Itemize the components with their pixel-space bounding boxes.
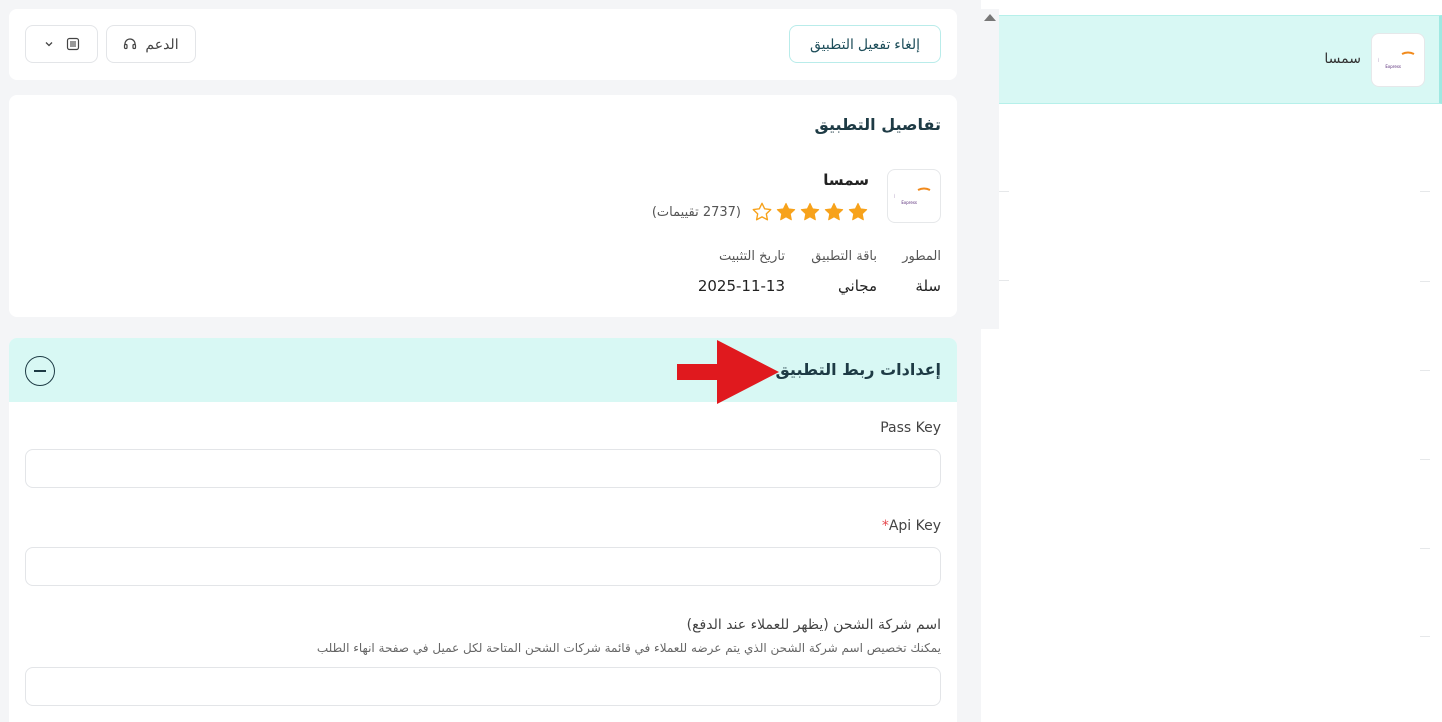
app-settings-panel: إعدادات ربط التطبيق Pass Key Api Key* اس… — [9, 338, 957, 722]
app-name: سمسا — [823, 171, 869, 189]
svg-text:smsa: smsa — [894, 188, 895, 201]
star-filled-icon — [800, 202, 820, 221]
svg-text:Express: Express — [1385, 64, 1401, 69]
svg-text:smsa: smsa — [1378, 52, 1379, 65]
sidebar-divider — [999, 280, 1009, 281]
developer-label: المطور — [902, 249, 941, 264]
shipping-company-name-input[interactable] — [25, 667, 941, 706]
support-label: الدعم — [145, 35, 179, 52]
shipping-company-name-label: اسم شركة الشحن (يظهر للعملاء عند الدفع) — [686, 617, 941, 633]
plan-label: باقة التطبيق — [811, 249, 877, 264]
headset-icon — [124, 38, 137, 50]
app-logo: smsa Express — [887, 169, 941, 223]
support-button[interactable]: الدعم — [106, 25, 196, 63]
sidebar-list: smsa Express سمسا — [999, 15, 1442, 104]
install-date-label: تاريخ التثبيت — [718, 249, 785, 264]
collapse-minus-icon[interactable] — [25, 356, 55, 386]
developer-value: سلة — [915, 277, 941, 295]
deactivate-app-button[interactable]: إلغاء تفعيل التطبيق — [789, 25, 941, 63]
sidebar-item-smsa[interactable]: smsa Express سمسا — [999, 15, 1442, 104]
required-asterisk: * — [881, 518, 889, 534]
sidebar-divider — [1420, 370, 1430, 371]
more-options-dropdown[interactable] — [25, 25, 98, 63]
scroll-up-arrow-icon[interactable] — [984, 14, 996, 21]
sidebar-divider — [1420, 548, 1430, 549]
pass-key-label: Pass Key — [880, 420, 941, 436]
scrollbar[interactable] — [981, 9, 999, 329]
sidebar-item-label: سمسا — [1324, 51, 1361, 67]
api-key-input[interactable] — [25, 547, 941, 586]
sidebar-divider — [1420, 459, 1430, 460]
api-key-label: Api Key* — [881, 518, 941, 534]
sidebar-divider — [1420, 191, 1430, 192]
app-details-card: تفاصيل التطبيق smsa Express سمسا (2737 ت… — [9, 95, 957, 317]
settings-header[interactable]: إعدادات ربط التطبيق — [9, 338, 957, 404]
star-filled-icon — [848, 202, 868, 221]
sidebar-divider — [1420, 636, 1430, 637]
sidebar-divider — [1420, 281, 1430, 282]
star-filled-icon — [776, 202, 796, 221]
shipping-company-name-hint: يمكنك تخصيص اسم شركة الشحن الذي يتم عرضه… — [316, 641, 941, 655]
plan-value: مجاني — [838, 277, 877, 295]
chevron-down-icon — [45, 42, 52, 47]
red-arrow-annotation — [677, 340, 779, 404]
smsa-logo-icon: smsa Express — [894, 187, 931, 205]
smsa-logo-icon: smsa Express — [1378, 51, 1415, 69]
svg-text:Express: Express — [901, 200, 917, 205]
rating-count: (2737 تقييمات) — [651, 204, 741, 220]
apps-sidebar: smsa Express سمسا — [981, 0, 1442, 722]
pass-key-input[interactable] — [25, 449, 941, 488]
star-empty-icon — [752, 202, 772, 221]
settings-title: إعدادات ربط التطبيق — [775, 360, 942, 379]
list-icon — [66, 37, 79, 51]
app-details-title: تفاصيل التطبيق — [814, 115, 941, 134]
sidebar-divider — [999, 191, 1009, 192]
main-content: إلغاء تفعيل التطبيق الدعم تفاصيل التطبيق — [9, 9, 957, 722]
app-rating: (2737 تقييمات) — [652, 201, 869, 223]
top-action-bar: إلغاء تفعيل التطبيق الدعم — [9, 9, 957, 80]
install-date-value: 2025-11-13 — [697, 277, 785, 295]
star-filled-icon — [824, 202, 844, 221]
smsa-logo: smsa Express — [1371, 33, 1425, 87]
